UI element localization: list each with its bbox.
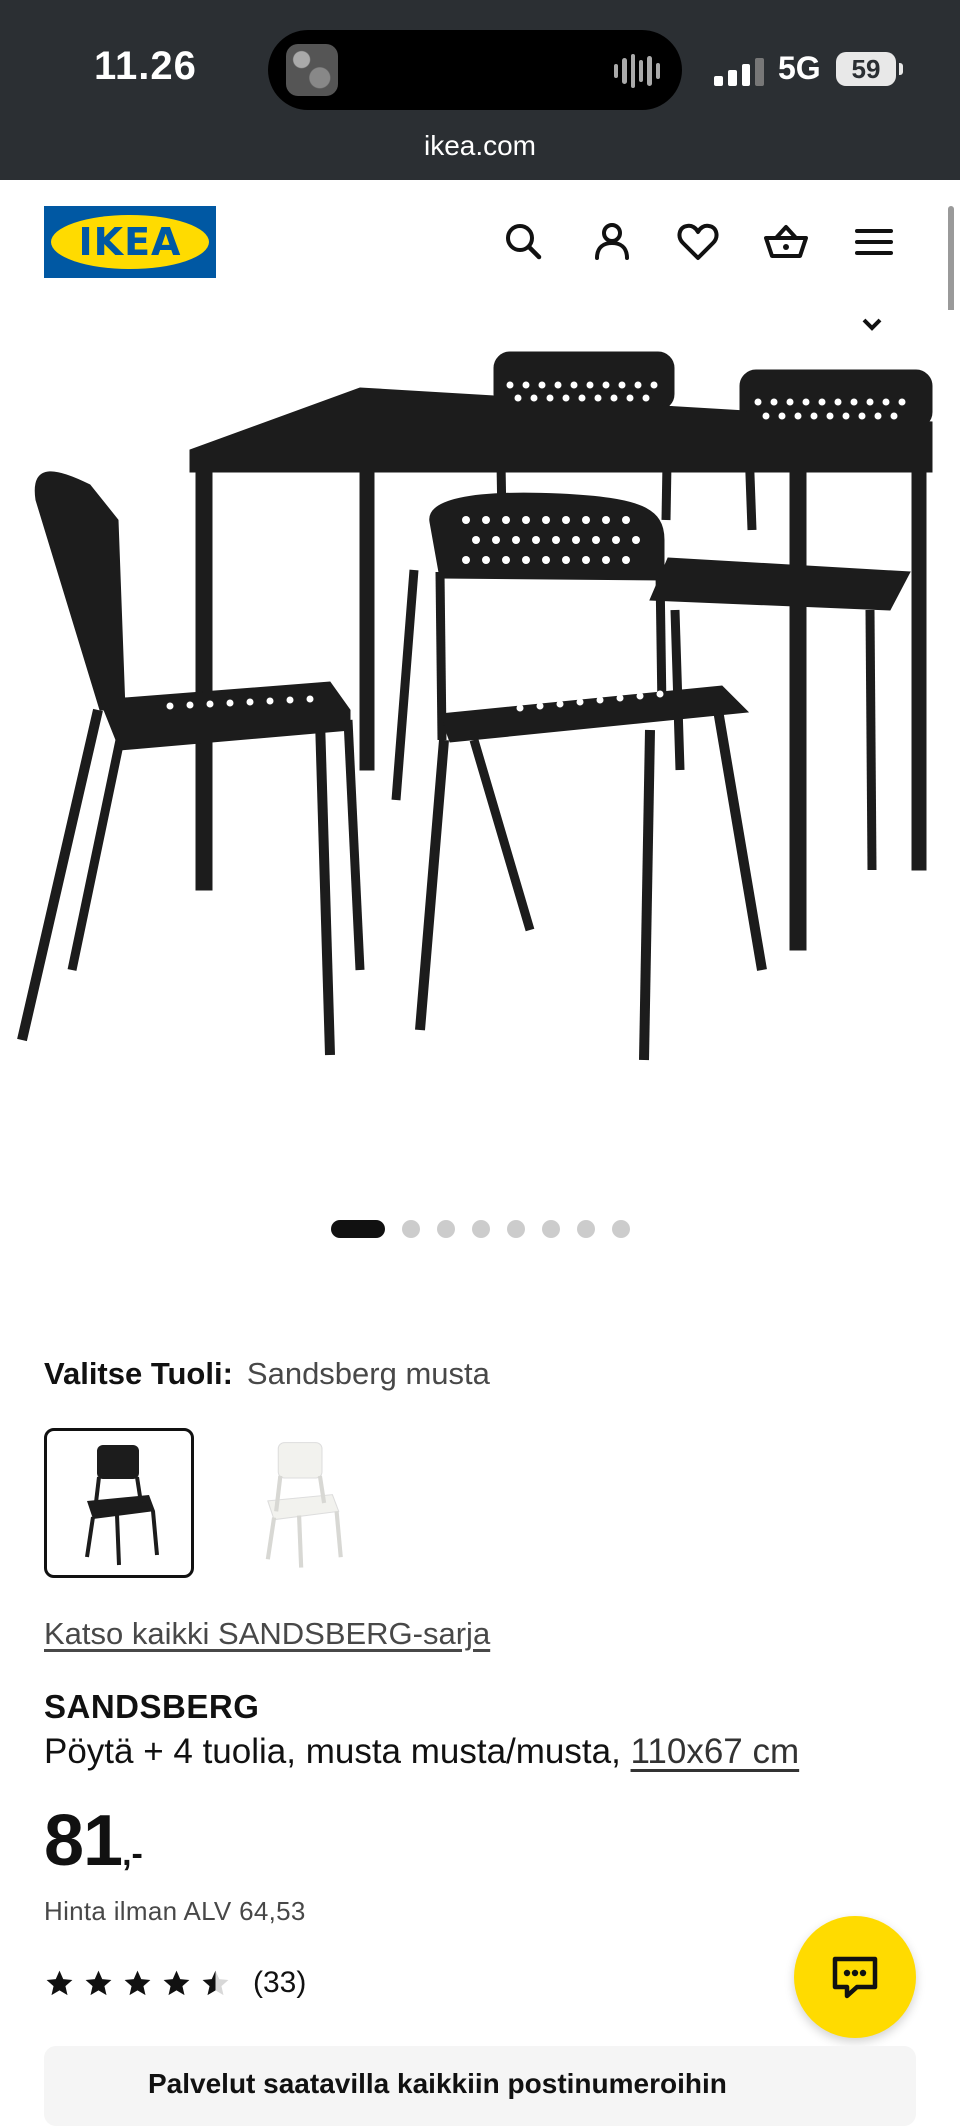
black-chair-thumbnail [85, 1445, 159, 1566]
carousel-dot[interactable] [401, 1220, 420, 1238]
address-bar-url[interactable]: ikea.com [0, 130, 960, 162]
variant-label: Valitse Tuoli: [44, 1356, 233, 1391]
product-image[interactable] [0, 310, 960, 1110]
product-description: Pöytä + 4 tuolia, musta musta/musta, 110… [44, 1732, 799, 1772]
services-info-box[interactable]: Palvelut saatavilla kaikkiin postinumero… [44, 2046, 916, 2126]
signal-icon [714, 52, 764, 86]
battery-icon: 59 [836, 52, 903, 86]
price-suffix: ,- [122, 1835, 143, 1873]
variant-option-black-chair[interactable] [44, 1428, 194, 1578]
price-main: 81 [44, 1801, 123, 1881]
menu-icon[interactable] [848, 216, 900, 268]
chat-button[interactable] [794, 1916, 916, 2038]
star-full-icon [85, 1970, 112, 1995]
review-count[interactable]: (33) [253, 1966, 306, 2000]
product-price: 81,- [44, 1800, 143, 1882]
status-bar: 11.26 5G 59 ikea.com [0, 0, 960, 180]
carousel-dot[interactable] [436, 1220, 455, 1238]
series-link[interactable]: Katso kaikki SANDSBERG-sarja [44, 1616, 490, 1652]
image-carousel-indicator[interactable] [0, 1218, 960, 1240]
variant-selected-value: Sandsberg musta [246, 1356, 490, 1391]
audio-wave-icon [614, 54, 660, 88]
variant-picker-label: Valitse Tuoli: Sandsberg musta [44, 1356, 490, 1392]
variant-option-white-chair[interactable] [222, 1428, 372, 1578]
product-name: SANDSBERG [44, 1688, 260, 1725]
white-chair-thumbnail [265, 1442, 343, 1568]
product-size-link[interactable]: 110x67 cm [631, 1732, 800, 1771]
star-full-icon [124, 1970, 151, 1995]
star-full-icon [163, 1970, 190, 1995]
price-excluding-vat: Hinta ilman ALV 64,53 [44, 1896, 306, 1926]
carousel-dot[interactable] [471, 1220, 490, 1238]
product-description-text: Pöytä + 4 tuolia, musta musta/musta, [44, 1732, 621, 1771]
dynamic-island [268, 30, 682, 110]
product-rating[interactable]: (33) [44, 1966, 306, 2000]
star-half-icon [202, 1970, 229, 1995]
star-full-icon [46, 1970, 73, 1995]
chat-icon [832, 1956, 878, 1999]
network-type: 5G [778, 50, 821, 86]
site-header: IKEA [0, 180, 960, 310]
carousel-dot[interactable] [576, 1220, 595, 1238]
ikea-logo[interactable]: IKEA [44, 206, 216, 278]
search-icon[interactable] [498, 216, 550, 268]
basket-icon[interactable] [760, 216, 812, 268]
carousel-dot[interactable] [506, 1220, 525, 1238]
services-info-text: Palvelut saatavilla kaikkiin postinumero… [148, 2068, 727, 2099]
carousel-dot[interactable] [541, 1220, 560, 1238]
now-playing-artwork [286, 44, 338, 96]
logo-text: IKEA [78, 220, 182, 264]
account-icon[interactable] [586, 216, 638, 268]
table-and-chairs-illustration [17, 351, 933, 1061]
carousel-dot-active[interactable] [330, 1220, 385, 1238]
chevron-down-icon[interactable] [862, 318, 882, 332]
heart-icon[interactable] [672, 216, 724, 268]
carousel-dot[interactable] [611, 1220, 630, 1238]
status-time: 11.26 [94, 44, 197, 88]
